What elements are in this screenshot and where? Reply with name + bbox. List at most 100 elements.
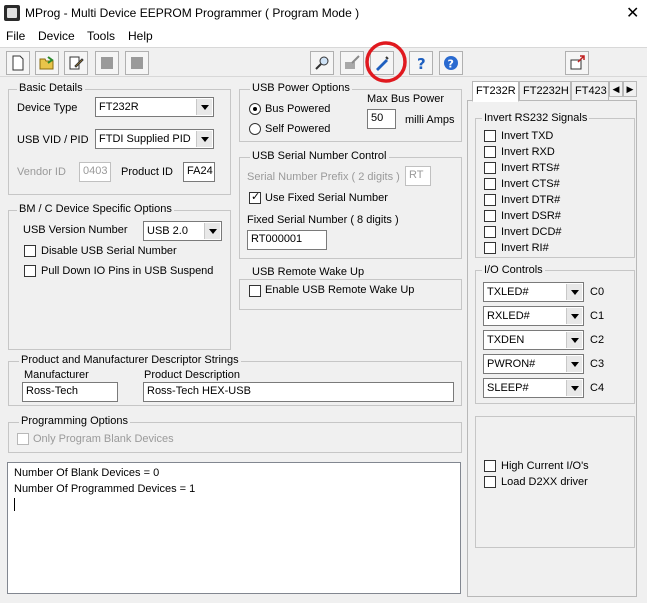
new-file-button[interactable]	[6, 51, 30, 75]
menu-help[interactable]: Help	[128, 29, 153, 43]
descriptor-strings-title: Product and Manufacturer Descriptor Stri…	[19, 354, 241, 366]
fixed-serial-field[interactable]: RT000001	[247, 230, 327, 250]
io-c3-select[interactable]: PWRON#	[483, 354, 584, 374]
tab-scroll-left-icon[interactable]: ◀	[609, 81, 623, 97]
invert-cts-label: Invert CTS#	[501, 178, 560, 190]
device-type-select[interactable]: FT232R	[95, 97, 214, 117]
vendor-id-label: Vendor ID	[17, 166, 66, 178]
help-button[interactable]: ?	[409, 51, 433, 75]
bm-options-title: BM / C Device Specific Options	[17, 203, 174, 215]
fixed-serial-label: Fixed Serial Number ( 8 digits )	[247, 214, 399, 226]
invert-cts-checkbox[interactable]	[484, 178, 496, 190]
io-c4-select[interactable]: SLEEP#	[483, 378, 584, 398]
highlight-circle	[365, 41, 407, 83]
vidpid-label: USB VID / PID	[17, 134, 89, 146]
search-device-button[interactable]	[310, 51, 334, 75]
io-c0-select[interactable]: TXLED#	[483, 282, 584, 302]
device-type-value: FT232R	[99, 101, 139, 113]
io-controls-title: I/O Controls	[482, 264, 545, 276]
disable-serial-label: Disable USB Serial Number	[41, 245, 177, 257]
serial-prefix-label: Serial Number Prefix ( 2 digits )	[247, 171, 400, 183]
invert-rxd-checkbox[interactable]	[484, 146, 496, 158]
load-d2xx-checkbox[interactable]	[484, 476, 496, 488]
remote-wake-title: USB Remote Wake Up	[250, 266, 367, 278]
invert-rts-checkbox[interactable]	[484, 162, 496, 174]
program-button[interactable]	[340, 51, 364, 75]
usb-version-select[interactable]: USB 2.0	[143, 221, 222, 241]
stop-button[interactable]	[95, 51, 119, 75]
chevron-down-icon	[566, 356, 582, 372]
pull-down-checkbox[interactable]	[24, 265, 36, 277]
exit-button[interactable]	[565, 51, 589, 75]
status-log[interactable]: Number Of Blank Devices = 0 Number Of Pr…	[7, 462, 461, 594]
help-icon: ?	[417, 55, 426, 71]
invert-txd-checkbox[interactable]	[484, 130, 496, 142]
io-c3-value: PWRON#	[487, 358, 536, 370]
chevron-down-icon	[566, 380, 582, 396]
serial-prefix-field[interactable]: RT	[405, 166, 431, 186]
vendor-id-field[interactable]: 0403	[79, 162, 111, 182]
io-c1-select[interactable]: RXLED#	[483, 306, 584, 326]
usb-version-value: USB 2.0	[147, 225, 188, 237]
invert-dsr-checkbox[interactable]	[484, 210, 496, 222]
enable-wake-label: Enable USB Remote Wake Up	[265, 284, 415, 296]
stop-icon	[101, 57, 113, 69]
title-bar: MProg - Multi Device EEPROM Programmer (…	[0, 0, 647, 27]
invert-signals-title: Invert RS232 Signals	[482, 112, 590, 124]
product-id-label: Product ID	[121, 166, 173, 178]
close-icon[interactable]: ✕	[626, 3, 639, 23]
product-id-field[interactable]: FA24	[183, 162, 215, 182]
enable-wake-checkbox[interactable]	[249, 285, 261, 297]
svg-text:?: ?	[417, 55, 426, 71]
high-current-checkbox[interactable]	[484, 460, 496, 472]
menu-bar: File Device Tools Help	[0, 27, 647, 47]
tab-ft232r[interactable]: FT232R	[472, 81, 519, 102]
max-bus-power-field[interactable]: 50	[367, 109, 396, 129]
programming-options-title: Programming Options	[19, 415, 130, 427]
menu-file[interactable]: File	[6, 29, 25, 43]
vidpid-select[interactable]: FTDI Supplied PID	[95, 129, 214, 149]
chevron-down-icon	[566, 308, 582, 324]
high-current-label: High Current I/O's	[501, 460, 589, 472]
invert-dcd-checkbox[interactable]	[484, 226, 496, 238]
self-powered-radio[interactable]	[249, 123, 261, 135]
max-bus-power-label: Max Bus Power	[367, 93, 445, 105]
log-line: Number Of Programmed Devices = 1	[14, 483, 196, 495]
menu-tools[interactable]: Tools	[87, 29, 115, 43]
io-c2-value: TXDEN	[487, 334, 525, 346]
chevron-down-icon	[566, 284, 582, 300]
blank-only-label: Only Program Blank Devices	[33, 433, 174, 445]
use-fixed-serial-checkbox[interactable]	[249, 190, 261, 204]
io-c2-label: C2	[590, 334, 605, 346]
manufacturer-field[interactable]: Ross-Tech	[22, 382, 118, 402]
chevron-down-icon	[566, 332, 582, 348]
about-button[interactable]: ?	[439, 51, 463, 75]
device-type-label: Device Type	[17, 102, 78, 114]
stop-icon	[131, 57, 143, 69]
invert-rxd-label: Invert RXD	[501, 146, 555, 158]
text-cursor	[14, 498, 15, 511]
io-c2-select[interactable]: TXDEN	[483, 330, 584, 350]
tab-ft2232h[interactable]: FT2232H	[519, 81, 571, 101]
exit-icon	[570, 55, 585, 70]
tab-ft423[interactable]: FT423	[571, 81, 609, 101]
invert-ri-checkbox[interactable]	[484, 242, 496, 254]
stop-button-2[interactable]	[125, 51, 149, 75]
blank-only-checkbox[interactable]	[17, 433, 29, 445]
power-options-title: USB Power Options	[250, 82, 352, 94]
io-c0-label: C0	[590, 286, 605, 298]
program-icon	[345, 55, 360, 69]
tab-scroll-right-icon[interactable]: ▶	[623, 81, 637, 97]
open-button[interactable]	[35, 51, 59, 75]
product-description-field[interactable]: Ross-Tech HEX-USB	[143, 382, 454, 402]
menu-device[interactable]: Device	[38, 29, 75, 43]
io-c3-label: C3	[590, 358, 605, 370]
bus-powered-radio[interactable]	[249, 103, 261, 115]
invert-dtr-checkbox[interactable]	[484, 194, 496, 206]
open-folder-icon	[39, 56, 54, 70]
disable-serial-checkbox[interactable]	[24, 245, 36, 257]
edit-button[interactable]	[64, 51, 88, 75]
manufacturer-label: Manufacturer	[24, 369, 89, 381]
new-file-icon	[12, 55, 24, 71]
io-c4-label: C4	[590, 382, 605, 394]
